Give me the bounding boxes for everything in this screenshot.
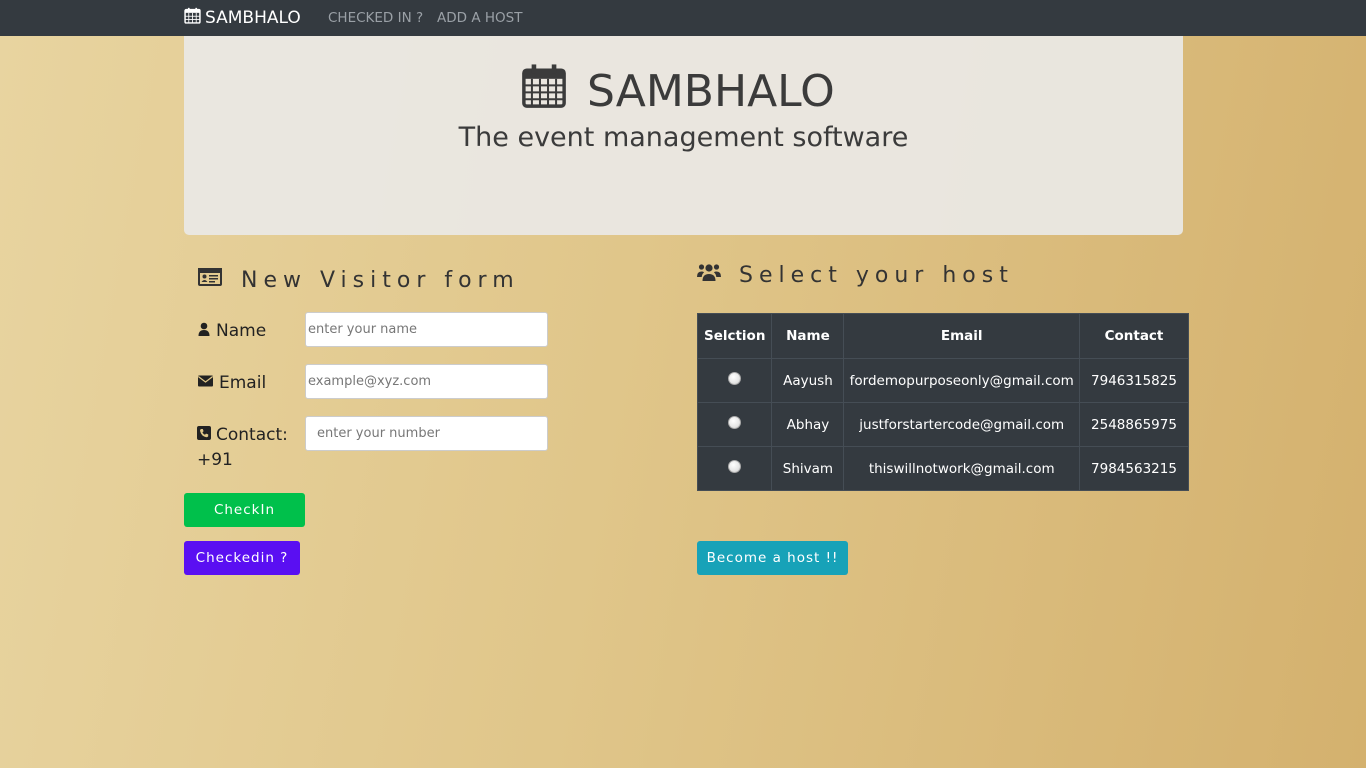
become-host-button[interactable]: Become a host !!	[697, 541, 848, 575]
navbar: SAMBHALO CHECKED IN ? ADD A HOST	[0, 0, 1366, 36]
table-row: Abhay justforstartercode@gmail.com 25488…	[696, 402, 1190, 447]
visitor-form-title: New Visitor form	[197, 266, 520, 294]
table-header-row: Selction Name Email Contact	[696, 313, 1190, 359]
phone-icon	[197, 425, 211, 445]
host-contact: 7984563215	[1078, 446, 1190, 491]
host-radio-abhay[interactable]	[728, 416, 742, 429]
column-header-contact: Contact	[1078, 313, 1190, 359]
nav-checked-in-link[interactable]: CHECKED IN ?	[328, 0, 423, 36]
host-email: fordemopurposeonly@gmail.com	[843, 358, 1080, 403]
visitor-form-title-text: New Visitor form	[241, 267, 520, 293]
hosts-table: Selction Name Email Contact Aayush forde…	[696, 313, 1190, 491]
table-row: Aayush fordemopurposeonly@gmail.com 7946…	[696, 358, 1190, 403]
host-contact: 2548865975	[1078, 402, 1190, 447]
id-card-icon	[197, 266, 223, 294]
calendar-icon	[521, 62, 567, 121]
checkedin-button[interactable]: Checkedin ?	[184, 541, 300, 575]
jumbotron-title-text: SAMBHALO	[587, 66, 835, 117]
host-section-title: Select your host	[697, 262, 1014, 288]
contact-label: Contact:	[197, 425, 288, 445]
column-header-selection: Selction	[696, 313, 773, 359]
contact-prefix: +91	[197, 450, 233, 470]
jumbotron: SAMBHALO The event management software	[184, 36, 1183, 235]
jumbotron-subtitle: The event management software	[458, 122, 909, 153]
navbar-brand[interactable]: SAMBHALO	[184, 0, 301, 36]
name-label-text: Name	[216, 321, 267, 341]
brand-label: SAMBHALO	[205, 8, 301, 28]
table-row: Shivam thiswillnotwork@gmail.com 7984563…	[696, 446, 1190, 491]
host-name: Aayush	[771, 358, 845, 403]
host-name: Abhay	[771, 402, 845, 447]
contact-input[interactable]	[305, 416, 548, 451]
host-email: thiswillnotwork@gmail.com	[843, 446, 1080, 491]
host-name: Shivam	[771, 446, 845, 491]
host-radio-aayush[interactable]	[728, 372, 742, 385]
calendar-icon	[184, 7, 201, 29]
host-section-title-text: Select your host	[739, 262, 1014, 288]
envelope-icon	[197, 373, 214, 393]
column-header-name: Name	[771, 313, 845, 359]
column-header-email: Email	[843, 313, 1080, 359]
host-radio-shivam[interactable]	[728, 460, 742, 473]
checkin-button[interactable]: CheckIn	[184, 493, 305, 527]
contact-label-text: Contact:	[216, 425, 288, 445]
email-label: Email	[197, 373, 266, 393]
name-input[interactable]	[305, 312, 548, 347]
users-icon	[697, 262, 721, 288]
email-input[interactable]	[305, 364, 548, 399]
host-contact: 7946315825	[1078, 358, 1190, 403]
user-icon	[197, 321, 211, 341]
email-label-text: Email	[219, 373, 267, 393]
name-label: Name	[197, 321, 266, 341]
nav-add-host-link[interactable]: ADD A HOST	[437, 0, 522, 36]
host-email: justforstartercode@gmail.com	[843, 402, 1080, 447]
